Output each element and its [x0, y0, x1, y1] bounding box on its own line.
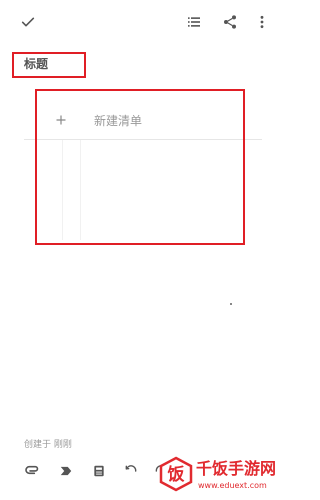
check-icon — [20, 14, 36, 30]
attach-icon — [24, 462, 40, 482]
attach-button[interactable] — [21, 461, 43, 483]
checklist-toggle-button[interactable] — [180, 8, 208, 36]
share-icon — [222, 14, 238, 30]
calculator-button[interactable] — [88, 461, 110, 483]
checklist-highlight-box — [35, 89, 245, 245]
created-timestamp: 创建于 刚刚 — [24, 440, 72, 450]
stray-dot — [230, 303, 232, 305]
list-icon — [186, 14, 202, 30]
undo-button[interactable] — [120, 461, 142, 483]
undo-icon — [124, 463, 138, 482]
calculator-icon — [92, 463, 106, 482]
title-input[interactable]: 标题 — [12, 52, 86, 78]
label-tag-icon — [59, 463, 73, 482]
share-button[interactable] — [216, 8, 244, 36]
more-options-button[interactable] — [248, 8, 276, 36]
top-toolbar — [0, 0, 281, 44]
note-title: 标题 — [24, 57, 49, 71]
more-vert-icon — [254, 14, 270, 30]
done-button[interactable] — [14, 8, 42, 36]
watermark-title: 千饭手游网 — [196, 459, 277, 478]
label-button[interactable] — [55, 461, 77, 483]
watermark-logo: 饭 — [158, 456, 194, 492]
watermark-url: www.eduext.com — [198, 481, 267, 490]
svg-text:饭: 饭 — [167, 464, 185, 485]
